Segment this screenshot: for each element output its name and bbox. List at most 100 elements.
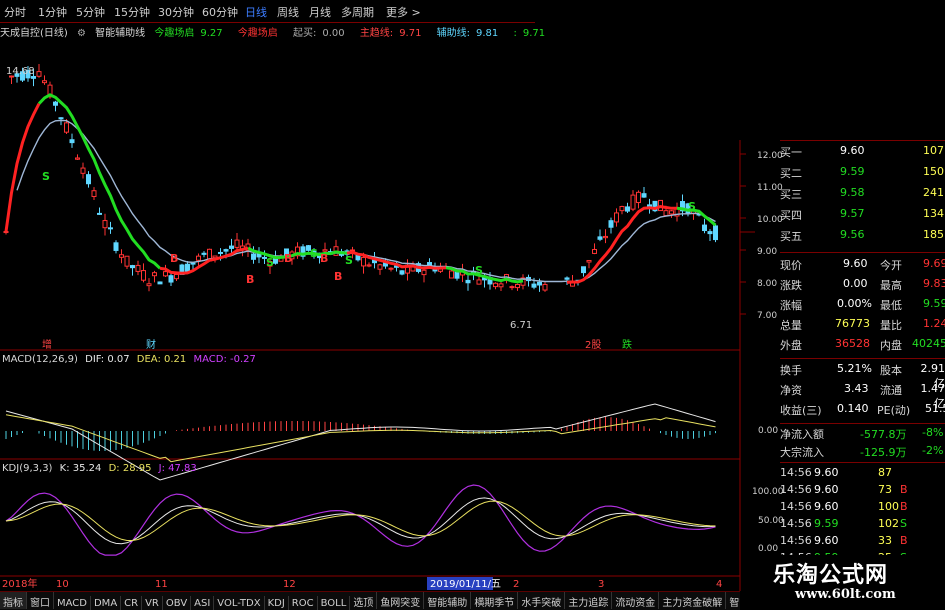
quote-panel: 买一 9.60 107 买二 9.59 150 买三 9.58 241 买四 9.57 134 … xyxy=(740,140,945,581)
bid-row[interactable]: 买五 9.56 185 xyxy=(740,228,945,249)
candle-body xyxy=(322,249,328,252)
tick-direction: S xyxy=(900,517,907,530)
indicator-tab[interactable]: 主力资金破解 xyxy=(659,592,727,609)
tick-price: 9.60 xyxy=(814,466,839,479)
indicator-tab[interactable]: ASI xyxy=(191,596,215,610)
tick-time: 14:56 xyxy=(780,500,812,513)
macd-dea-line xyxy=(5,414,716,463)
fund-row: 净资 3.43 流通 1.47亿 xyxy=(780,382,945,410)
indicator-tab[interactable]: 智能辅助 xyxy=(424,592,472,609)
candle-body xyxy=(157,281,163,285)
bid-row[interactable]: 买二 9.59 150 xyxy=(740,165,945,186)
candle-body xyxy=(421,269,427,276)
tick-price: 9.60 xyxy=(814,483,839,496)
indicator-tab[interactable]: BOLL xyxy=(318,596,351,610)
indicator-tab[interactable]: VOL-TDX xyxy=(214,596,265,610)
indicator-tab[interactable]: OBV xyxy=(163,596,192,610)
indicator-tabs: 指标 窗口 MACD DMA CR VR OBV ASI VOL-TDX KDJ ROC BOLL 选顶… xyxy=(0,591,740,610)
kdj-d-line xyxy=(5,500,716,541)
indicator-tab[interactable]: 窗口 xyxy=(27,592,54,609)
candle-body xyxy=(113,242,119,251)
signal-letter: B xyxy=(320,252,328,265)
indicator-tab[interactable]: 智能辅助线 xyxy=(726,592,740,609)
stat-row: 总量 76773 量比 1.24 xyxy=(780,317,945,332)
watermark-title: 乐淘公式网 xyxy=(773,563,889,588)
indicator-tab[interactable]: VR xyxy=(142,596,163,610)
candle-body xyxy=(75,157,80,160)
xaxis-label-6: 3 xyxy=(598,579,604,590)
candle-body xyxy=(69,139,75,144)
candle-body xyxy=(465,279,471,284)
xaxis-label-5: 2 xyxy=(513,579,519,590)
tag-2: 2股 xyxy=(585,339,601,351)
indicator-tab[interactable]: 指标 xyxy=(0,592,27,609)
bid-row[interactable]: 买一 9.60 107 xyxy=(740,144,945,165)
fund-row: 收益(三)0.140PE(动)51.5 xyxy=(780,402,945,417)
trend-line-down xyxy=(37,93,717,284)
candle-body xyxy=(399,270,405,275)
candle-body xyxy=(614,212,619,223)
signal-letter: S xyxy=(266,256,274,269)
candle-body xyxy=(603,235,608,239)
stat-row: 现价 9.60 今开 9.69 xyxy=(780,257,945,272)
candle-body xyxy=(135,264,141,272)
kdj-j-line xyxy=(5,484,716,556)
candle-body xyxy=(58,117,64,120)
candle-body xyxy=(669,210,674,215)
candle-body xyxy=(234,239,240,248)
candle-body xyxy=(581,266,586,274)
signal-letter: B xyxy=(170,252,178,265)
tag-1: 财 xyxy=(146,338,156,351)
indicator-tab[interactable]: MACD xyxy=(54,596,91,610)
indicator-tab[interactable]: 横期季节 xyxy=(471,592,519,609)
indicator-tab[interactable]: 流动资金 xyxy=(612,592,660,609)
kdj-d: D: 28.95 xyxy=(109,463,152,474)
candle-body xyxy=(509,286,515,289)
bid-row[interactable]: 买三 9.58 241 xyxy=(740,186,945,207)
watermark: 乐淘公式网 www.60lt.com xyxy=(745,555,945,609)
macd-histogram xyxy=(5,417,716,451)
candle-body xyxy=(218,251,223,254)
indicator-tab[interactable]: DMA xyxy=(91,596,122,610)
indicator-tab[interactable]: ROC xyxy=(289,596,318,610)
signal-letter: B xyxy=(284,252,292,265)
kdj-k: K: 35.24 xyxy=(60,463,102,474)
xaxis-label-7: 4 xyxy=(716,579,722,590)
candle-body xyxy=(608,220,614,228)
candle-body xyxy=(196,255,201,261)
macd-dif: DIF: 0.07 xyxy=(85,354,129,365)
candle-body xyxy=(130,265,135,269)
stat-row: 涨跌 0.00 最高 9.83 xyxy=(780,277,945,292)
indicator-tab[interactable]: 鱼网突变 xyxy=(377,592,425,609)
macd-label: MACD(12,26,9) xyxy=(2,354,78,365)
trend-line-up-segment xyxy=(4,103,41,232)
candle-body xyxy=(201,252,207,255)
signal-letter: S xyxy=(688,200,696,213)
candle-body xyxy=(702,224,707,232)
candle-body xyxy=(707,231,713,235)
indicator-tab[interactable]: KDJ xyxy=(265,596,289,610)
kdj-k-line xyxy=(5,497,716,545)
bid-row[interactable]: 买四 9.57 134 xyxy=(740,207,945,228)
candle-body xyxy=(163,271,168,277)
tick-time: 14:56 xyxy=(780,517,812,530)
candle-body xyxy=(542,283,548,291)
kdj-j: J: 47.83 xyxy=(158,463,197,474)
xaxis-label-0: 2018年 xyxy=(2,577,37,590)
candle-body xyxy=(476,279,482,285)
candle-body xyxy=(663,210,669,217)
candle-body xyxy=(713,225,718,241)
fund-row: 换手 5.21% 股本 2.91亿 xyxy=(780,362,945,390)
indicator-tab[interactable]: 水手突破 xyxy=(518,592,566,609)
indicator-tab[interactable]: CR xyxy=(121,596,143,610)
tick-time: 14:56 xyxy=(780,466,812,479)
tick-price: 9.60 xyxy=(814,534,839,547)
tick-volume: 73 xyxy=(878,483,892,496)
macd-value: MACD: -0.27 xyxy=(193,354,255,365)
xaxis-label-4: 2019/01/11/五 xyxy=(430,579,501,590)
signal-letter: S xyxy=(310,247,318,260)
indicator-tab[interactable]: 主力追踪 xyxy=(565,592,613,609)
candle-body xyxy=(449,270,454,279)
candle-body xyxy=(124,255,130,267)
indicator-tab[interactable]: 选顶 xyxy=(350,592,378,609)
